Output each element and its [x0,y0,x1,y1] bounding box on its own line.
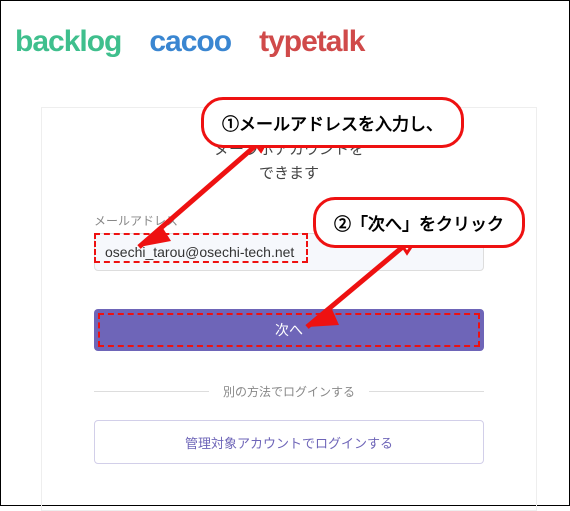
cacoo-logo: cacoo [149,25,231,59]
product-logos: backlog cacoo typetalk [1,1,569,77]
annotation-callout-2: ②「次へ」をクリック [313,197,525,248]
annotation-callout-1: ①メールアドレスを入力し、 [201,97,464,148]
annotation-text-2: ②「次へ」をクリック [334,215,504,234]
managed-account-login-button[interactable]: 管理対象アカウントでログインする [94,420,484,464]
next-button[interactable]: 次へ [94,309,484,351]
typetalk-logo: typetalk [259,25,364,59]
annotation-text-1: ①メールアドレスを入力し、 [222,115,443,134]
divider-label: 別の方法でログインする [223,383,355,400]
heading-line-2: できます [259,165,319,182]
login-card: ヌーラボアカウントを できます メールアドレス 次へ 別の方法でログインする 管… [41,107,537,511]
backlog-logo: backlog [15,25,121,59]
alt-login-divider: 別の方法でログインする [94,383,484,400]
